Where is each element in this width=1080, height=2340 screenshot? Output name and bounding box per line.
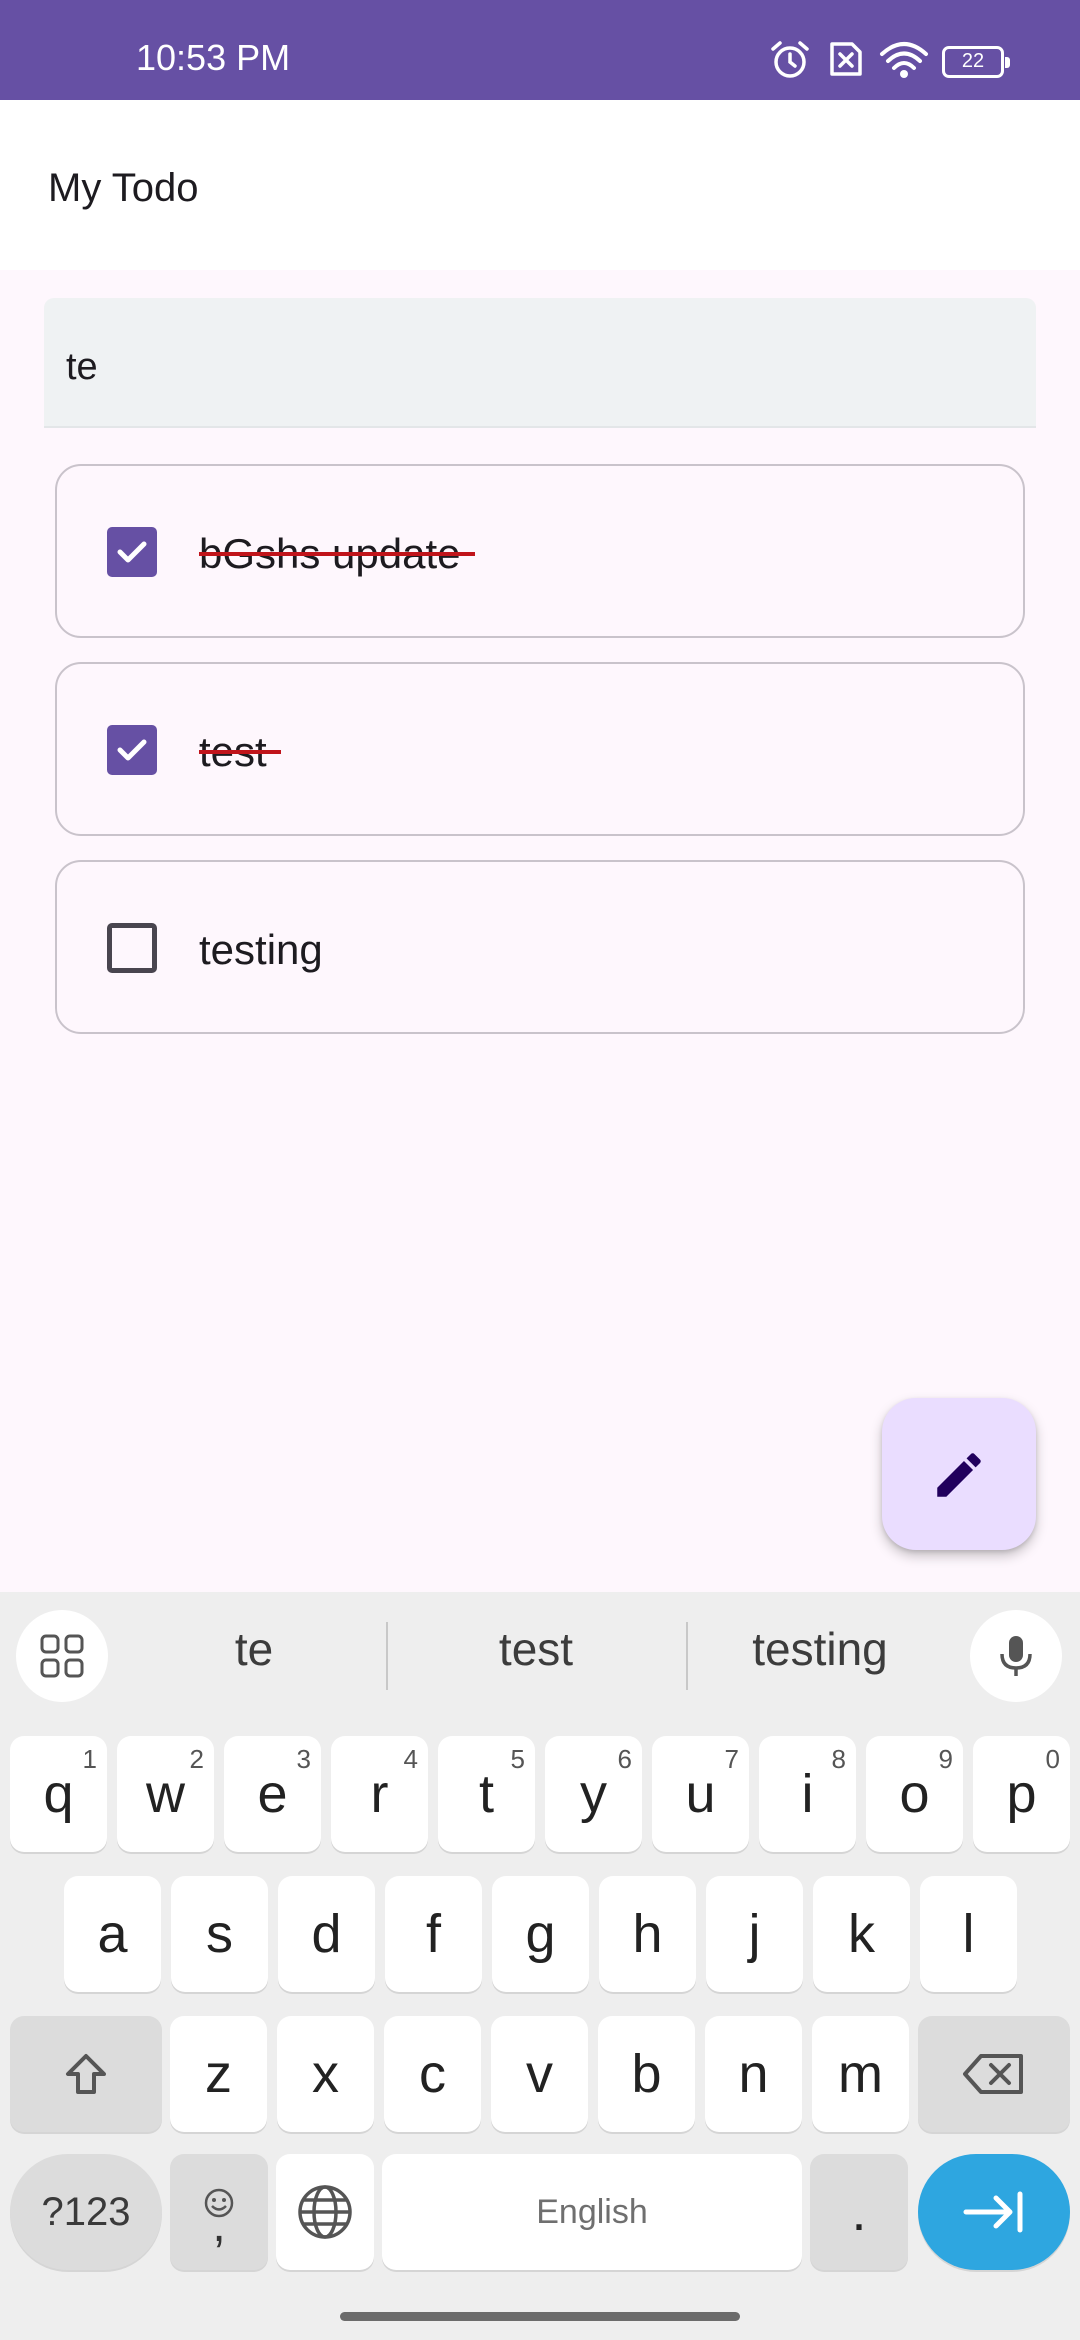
- key-label: t: [478, 1764, 494, 1824]
- key-b[interactable]: b: [598, 2016, 695, 2132]
- key-n[interactable]: n: [705, 2016, 802, 2132]
- key-label: q: [43, 1764, 74, 1824]
- key-c[interactable]: c: [384, 2016, 481, 2132]
- key-label: y: [580, 1764, 607, 1824]
- key-u[interactable]: u7: [652, 1736, 749, 1852]
- enter-key[interactable]: [918, 2154, 1070, 2270]
- key-r[interactable]: r4: [331, 1736, 428, 1852]
- symbols-key[interactable]: ?123: [10, 2154, 162, 2270]
- period-key[interactable]: .: [810, 2154, 908, 2270]
- todo-card[interactable]: bGshs update: [55, 464, 1025, 638]
- key-hint: 9: [938, 1744, 953, 1774]
- todo-card[interactable]: test: [55, 662, 1025, 836]
- key-h[interactable]: h: [599, 1876, 696, 1992]
- battery-icon: 22: [942, 46, 1010, 78]
- keyboard-menu-button[interactable]: [16, 1610, 108, 1702]
- page-title: My Todo: [48, 166, 199, 210]
- key-f[interactable]: f: [385, 1876, 482, 1992]
- checkmark-icon: [117, 739, 147, 761]
- suggestion-item[interactable]: te: [124, 1622, 384, 1676]
- key-hint: 3: [296, 1744, 311, 1774]
- key-d[interactable]: d: [278, 1876, 375, 1992]
- key-k[interactable]: k: [813, 1876, 910, 1992]
- key-q[interactable]: q1: [10, 1736, 107, 1852]
- key-i[interactable]: i8: [759, 1736, 856, 1852]
- gesture-nav-handle[interactable]: [340, 2312, 740, 2321]
- backspace-key[interactable]: [918, 2016, 1070, 2132]
- checkmark-icon: [117, 541, 147, 563]
- key-hint: 7: [724, 1744, 739, 1774]
- key-v[interactable]: v: [491, 2016, 588, 2132]
- suggestion-divider: [386, 1622, 388, 1690]
- key-label: p: [1006, 1764, 1037, 1824]
- key-hint: 0: [1045, 1744, 1060, 1774]
- shift-key[interactable]: [10, 2016, 162, 2132]
- todo-card[interactable]: testing: [55, 860, 1025, 1034]
- key-t[interactable]: t5: [438, 1736, 535, 1852]
- key-label: e: [257, 1764, 288, 1824]
- key-y[interactable]: y6: [545, 1736, 642, 1852]
- suggestion-bar: te test testing: [0, 1592, 1080, 1720]
- todo-checkbox-checked[interactable]: [107, 725, 157, 775]
- key-hint: 1: [82, 1744, 97, 1774]
- suggestion-divider: [686, 1622, 688, 1690]
- key-label: r: [370, 1764, 389, 1824]
- key-x[interactable]: x: [277, 2016, 374, 2132]
- top-app-bar: My Todo: [0, 100, 1080, 270]
- key-hint: 5: [510, 1744, 525, 1774]
- space-key[interactable]: English: [382, 2154, 802, 2270]
- todo-text: testing: [199, 926, 323, 973]
- key-j[interactable]: j: [706, 1876, 803, 1992]
- search-input-value: te: [66, 346, 98, 388]
- key-m[interactable]: m: [812, 2016, 909, 2132]
- search-input[interactable]: te: [44, 298, 1036, 428]
- alarm-icon: [768, 40, 812, 80]
- key-w[interactable]: w2: [117, 1736, 214, 1852]
- key-label: w: [146, 1764, 185, 1824]
- key-s[interactable]: s: [171, 1876, 268, 1992]
- key-label: o: [899, 1764, 930, 1824]
- key-l[interactable]: l: [920, 1876, 1017, 1992]
- status-time: 10:53 PM: [136, 37, 291, 78]
- emoji-comma-key[interactable]: ,: [170, 2154, 268, 2270]
- key-label: i: [801, 1764, 814, 1824]
- suggestion-item[interactable]: testing: [690, 1622, 950, 1676]
- key-o[interactable]: o9: [866, 1736, 963, 1852]
- no-sim-icon: [822, 40, 866, 80]
- key-hint: 4: [403, 1744, 418, 1774]
- key-hint: 2: [189, 1744, 204, 1774]
- edit-fab-button[interactable]: [882, 1398, 1036, 1550]
- key-a[interactable]: a: [64, 1876, 161, 1992]
- key-hint: 8: [831, 1744, 846, 1774]
- todo-text: test: [199, 728, 281, 775]
- status-bar: 10:53 PM 22: [0, 0, 1080, 100]
- language-key[interactable]: [276, 2154, 374, 2270]
- battery-level: 22: [961, 50, 985, 72]
- key-z[interactable]: z: [170, 2016, 267, 2132]
- key-hint: 6: [617, 1744, 632, 1774]
- todo-text: bGshs update: [199, 530, 475, 577]
- suggestion-item[interactable]: test: [406, 1622, 666, 1676]
- todo-checkbox-checked[interactable]: [107, 527, 157, 577]
- todo-checkbox-unchecked[interactable]: [107, 923, 157, 973]
- key-p[interactable]: p0: [973, 1736, 1070, 1852]
- voice-input-button[interactable]: [970, 1610, 1062, 1702]
- key-g[interactable]: g: [492, 1876, 589, 1992]
- wifi-icon: [878, 40, 930, 80]
- key-label: u: [685, 1764, 716, 1824]
- soft-keyboard: te test testing q1w2e3r4t5y6u7i8o9p0 asd…: [0, 1592, 1080, 2340]
- key-e[interactable]: e3: [224, 1736, 321, 1852]
- comma-label: ,: [212, 2199, 226, 2252]
